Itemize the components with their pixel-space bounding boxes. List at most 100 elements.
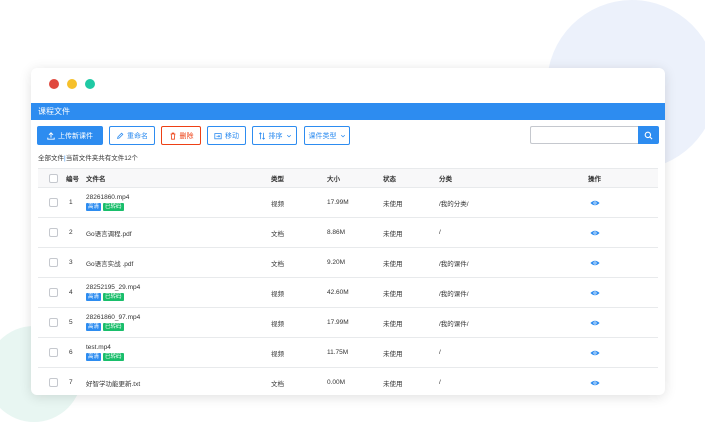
file-name[interactable]: 好智学功能更新.txt [86,378,140,388]
row-checkbox[interactable] [49,198,58,207]
header-index: 编号 [66,176,79,183]
search-button[interactable] [638,126,659,144]
file-name[interactable]: Go语言实战 .pdf [86,258,133,268]
delete-button[interactable]: 删除 [161,126,201,145]
row-status: 未使用 [383,260,403,268]
upload-button[interactable]: 上传新课件 [37,126,103,145]
chevron-down-icon [286,134,291,137]
row-type: 文档 [271,230,284,238]
row-checkbox[interactable] [49,348,58,357]
row-check-cell [49,248,58,277]
table-row[interactable]: 6 test.mp4 高清 已转码 视频 11.75M 未使用 / [38,338,658,368]
type-filter-dropdown[interactable]: 课件类型 [304,126,350,145]
maximize-dot[interactable] [85,79,95,89]
row-type: 视频 [271,290,284,298]
row-type: 文档 [271,380,284,388]
row-check-cell [49,188,58,217]
row-index: 4 [69,289,73,296]
file-name[interactable]: 28261860_97.mp4 [86,314,140,321]
row-checkbox[interactable] [49,378,58,387]
row-category: /我的分类/ [439,200,469,208]
row-checkbox[interactable] [49,318,58,327]
file-tag: 高清 [86,323,102,331]
file-tag: 高清 [86,203,102,211]
eye-icon [590,350,600,355]
eye-icon [590,380,600,385]
row-checkbox[interactable] [49,228,58,237]
sort-label: 排序 [268,132,283,140]
file-tags: 高清 已转码 [86,203,124,211]
preview-button[interactable] [590,278,600,307]
type-filter-label: 课件类型 [308,132,337,140]
table-row[interactable]: 1 28261860.mp4 高清 已转码 视频 17.99M 未使用/我的分类/ [38,188,658,218]
preview-button[interactable] [590,308,600,337]
search-input[interactable] [530,126,640,144]
row-category: /我的课件/ [439,260,469,268]
row-category: /我的课件/ [439,320,469,328]
upload-label: 上传新课件 [58,132,93,140]
file-tag: 高清 [86,353,102,361]
row-size: 42.60M [327,289,349,296]
row-name-cell: test.mp4 高清 已转码 [86,338,124,367]
table-row[interactable]: 5 28261860_97.mp4 高清 已转码 视频 17.99M 未使用/我的课件/ [38,308,658,338]
row-name-cell: Go语言实战 .pdf [86,248,133,277]
toolbar: 上传新课件 重命名 删除 移动 排序 课件类型 [37,126,659,146]
pencil-icon [117,132,124,139]
table-body: 1 28261860.mp4 高清 已转码 视频 17.99M 未使用/我的分类/2 Go语言… [38,188,658,395]
app-window: 课程文件 上传新课件 重命名 删除 移动 排序 课件类型 全部文件|当前文件夹共… [31,68,665,395]
close-dot[interactable] [49,79,59,89]
file-table: 编号 文件名 类型 大小 状态 分类 操作 1 28261860.mp4 高清 已转码… [38,168,658,395]
chevron-down-icon [340,134,345,137]
file-name[interactable]: Go语言调程.pdf [86,228,132,238]
minimize-dot[interactable] [67,79,77,89]
row-check-cell [49,278,58,307]
eye-icon [590,230,600,235]
table-row[interactable]: 7 好智学功能更新.txt 文档 0.00M 未使用 / [38,368,658,395]
preview-button[interactable] [590,248,600,277]
row-category: / [439,229,441,236]
row-size: 17.99M [327,199,349,206]
file-tags: 高清 已转码 [86,293,124,301]
row-checkbox[interactable] [49,258,58,267]
row-checkbox[interactable] [49,288,58,297]
file-name[interactable]: 28261860.mp4 [86,194,129,201]
table-row[interactable]: 3 Go语言实战 .pdf 文档 9.20M 未使用/我的课件/ [38,248,658,278]
file-tag: 已转码 [103,323,124,331]
row-type: 视频 [271,200,284,208]
row-type: 视频 [271,350,284,358]
sort-button[interactable]: 排序 [252,126,297,145]
table-row[interactable]: 4 28252195_29.mp4 高清 已转码 视频 42.60M 未使用/我的课件/ [38,278,658,308]
row-check-cell [49,368,58,395]
row-status: 未使用 [383,200,403,208]
row-check-cell [49,218,58,247]
preview-button[interactable] [590,218,600,247]
preview-button[interactable] [590,188,600,217]
select-all-checkbox[interactable] [49,173,58,183]
file-name[interactable]: 28252195_29.mp4 [86,284,140,291]
breadcrumb-root[interactable]: 全部文件 [38,155,64,162]
move-label: 移动 [225,132,239,140]
eye-icon [590,200,600,205]
file-name[interactable]: test.mp4 [86,344,111,351]
move-button[interactable]: 移动 [207,126,246,145]
row-status: 未使用 [383,230,403,238]
preview-button[interactable] [590,338,600,367]
breadcrumb-info: 当前文件夹共有文件12个 [65,155,138,162]
upload-icon [47,131,55,140]
header-status: 状态 [383,176,396,183]
header-category: 分类 [439,176,452,183]
preview-button[interactable] [590,368,600,395]
row-status: 未使用 [383,290,403,298]
table-row[interactable]: 2 Go语言调程.pdf 文档 8.86M 未使用 / [38,218,658,248]
select-all-cell [49,169,58,187]
trash-icon [170,132,175,140]
row-name-cell: 28261860.mp4 高清 已转码 [86,188,129,217]
row-index: 3 [69,259,73,266]
rename-button[interactable]: 重命名 [109,126,155,145]
row-size: 8.86M [327,229,346,236]
row-check-cell [49,308,58,337]
row-type: 视频 [271,320,284,328]
row-size: 9.20M [327,259,346,266]
header-action: 操作 [588,176,601,183]
window-controls [49,79,95,89]
